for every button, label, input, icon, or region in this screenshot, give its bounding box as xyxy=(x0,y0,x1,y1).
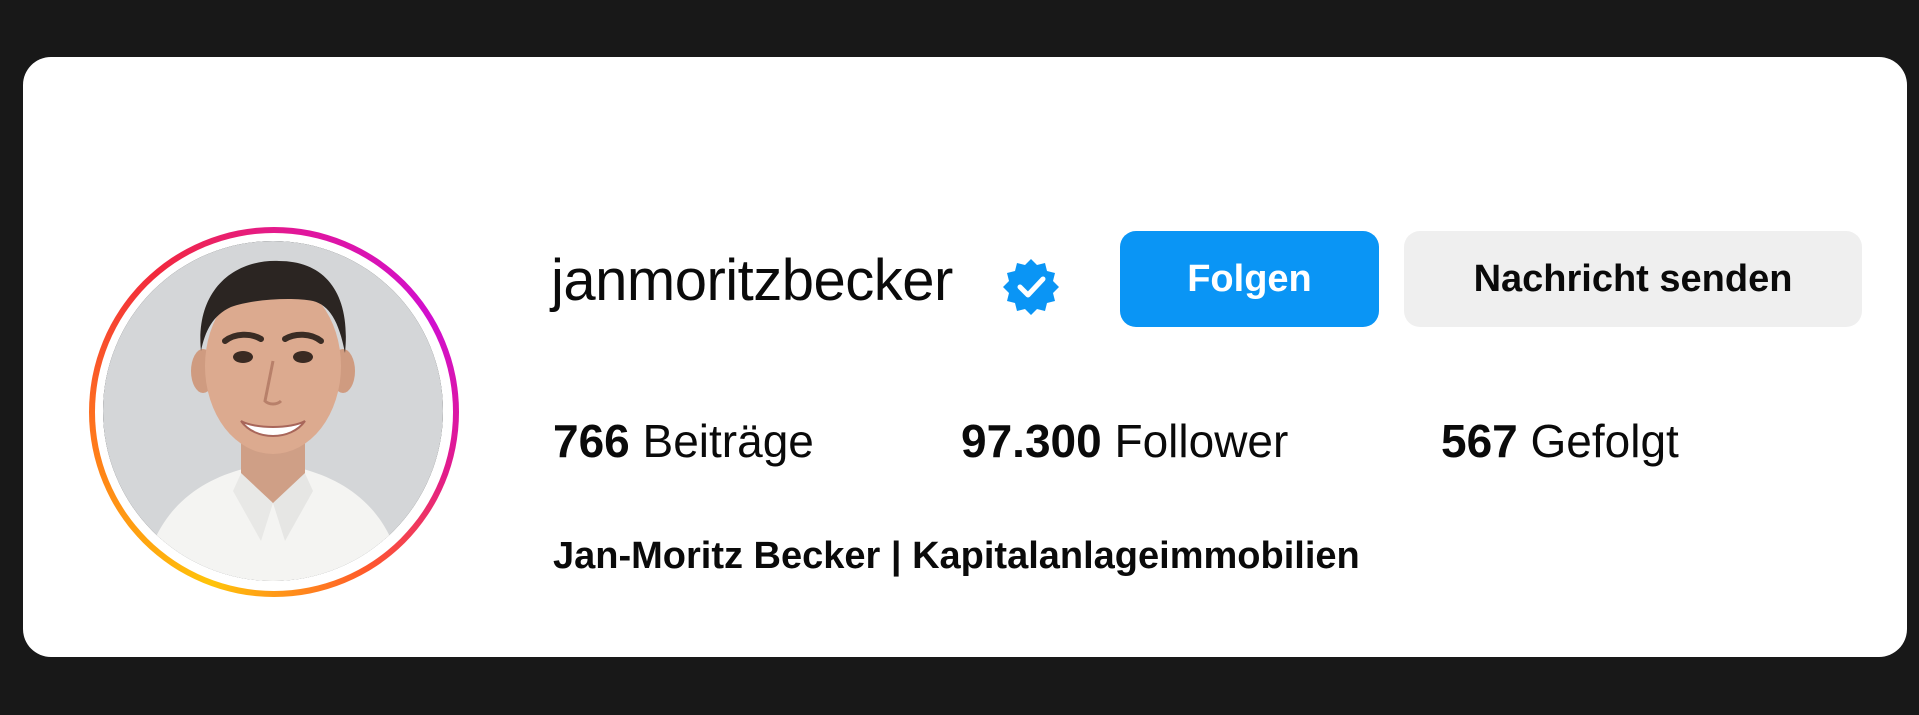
story-ring[interactable] xyxy=(89,227,459,597)
following-count: 567 xyxy=(1441,415,1518,467)
following-label: Gefolgt xyxy=(1530,415,1679,467)
followers-stat[interactable]: 97.300 Follower xyxy=(961,413,1288,469)
posts-count: 766 xyxy=(553,415,630,467)
follow-button[interactable]: Folgen xyxy=(1120,231,1379,327)
send-message-button[interactable]: Nachricht senden xyxy=(1404,231,1862,327)
followers-count: 97.300 xyxy=(961,415,1102,467)
followers-label: Follower xyxy=(1114,415,1289,467)
profile-header-card: janmoritzbecker Folgen Nachricht senden … xyxy=(23,57,1907,657)
profile-display-name: Jan-Moritz Becker | Kapitalanlageimmobil… xyxy=(553,535,1360,577)
profile-username: janmoritzbecker xyxy=(551,248,953,313)
posts-label: Beiträge xyxy=(642,415,814,467)
following-stat[interactable]: 567 Gefolgt xyxy=(1441,413,1679,469)
posts-stat[interactable]: 766 Beiträge xyxy=(553,413,814,469)
avatar[interactable] xyxy=(103,241,443,581)
verified-badge-icon xyxy=(1001,257,1061,317)
profile-photo-icon xyxy=(103,241,443,581)
